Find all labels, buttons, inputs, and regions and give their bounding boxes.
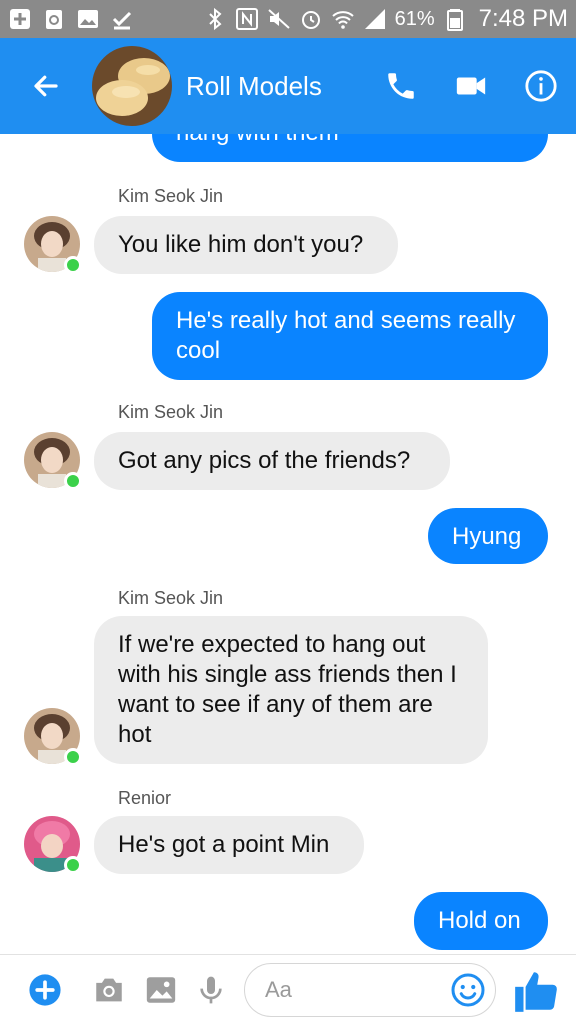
message-bubble-outgoing[interactable]: Hold on [414, 892, 548, 950]
conversation-title[interactable]: Roll Models [186, 71, 322, 102]
back-button[interactable] [0, 38, 92, 134]
message-bubble-outgoing[interactable]: He's really hot and seems really cool [152, 292, 548, 380]
clock: 7:48 PM [478, 5, 568, 32]
bluetooth-icon [203, 7, 227, 31]
message-bubble-incoming[interactable]: He's got a point Min [94, 816, 364, 874]
online-status-dot [64, 472, 82, 490]
wifi-icon [331, 7, 355, 31]
smiley-icon [451, 973, 485, 1007]
avatar[interactable] [24, 708, 82, 766]
avatar[interactable] [24, 816, 82, 874]
signal-icon [363, 7, 387, 31]
message-bubble-incoming[interactable]: You like him don't you? [94, 216, 398, 274]
gallery-button[interactable] [136, 955, 186, 1024]
phone-icon [388, 73, 414, 99]
video-camera-icon [456, 77, 486, 95]
battery-icon [443, 7, 467, 31]
online-status-dot [64, 256, 82, 274]
avatar[interactable] [24, 216, 82, 274]
sender-name: Kim Seok Jin [118, 186, 224, 206]
camera-button[interactable] [84, 955, 134, 1024]
message-bubble-outgoing[interactable]: hang with them [152, 134, 548, 162]
avatar[interactable] [24, 432, 82, 490]
call-button[interactable] [366, 38, 436, 134]
conversation-header: Roll Models [0, 38, 576, 134]
nfc-icon [235, 7, 259, 31]
online-status-dot [64, 856, 82, 874]
online-status-dot [64, 748, 82, 766]
group-avatar[interactable] [92, 46, 172, 126]
message-list[interactable]: hang with them Kim Seok Jin You like him… [0, 134, 576, 954]
microphone-icon [200, 976, 222, 1004]
gallery-notification-icon [76, 7, 100, 31]
alarm-icon [299, 7, 323, 31]
mute-icon [267, 7, 291, 31]
sender-name: Renior [118, 788, 172, 808]
emoji-button[interactable] [444, 966, 492, 1014]
message-composer: Aa [0, 954, 576, 1024]
message-bubble-outgoing[interactable]: Hyung [428, 508, 548, 564]
recycle-notification-icon [42, 7, 66, 31]
camera-icon [96, 978, 122, 1002]
like-button[interactable] [506, 961, 566, 1021]
sender-name: Kim Seok Jin [118, 588, 224, 608]
video-call-button[interactable] [436, 38, 506, 134]
battery-percent: 61% [394, 7, 435, 30]
sender-name: Kim Seok Jin [118, 402, 224, 422]
image-icon [146, 977, 176, 1003]
message-bubble-incoming[interactable]: Got any pics of the friends? [94, 432, 450, 490]
more-actions-button[interactable] [20, 955, 70, 1024]
add-notification-icon [8, 7, 32, 31]
message-bubble-incoming[interactable]: If we're expected to hang out with his s… [94, 616, 488, 764]
info-icon [525, 70, 557, 102]
voice-record-button[interactable] [186, 955, 236, 1024]
message-input-placeholder: Aa [265, 977, 292, 1002]
info-button[interactable] [506, 38, 576, 134]
download-done-icon [110, 7, 134, 31]
thumbs-up-icon [515, 972, 557, 1012]
status-bar: 61% 7:48 PM [0, 0, 576, 38]
plus-icon [29, 974, 61, 1006]
arrow-left-icon [34, 75, 58, 97]
